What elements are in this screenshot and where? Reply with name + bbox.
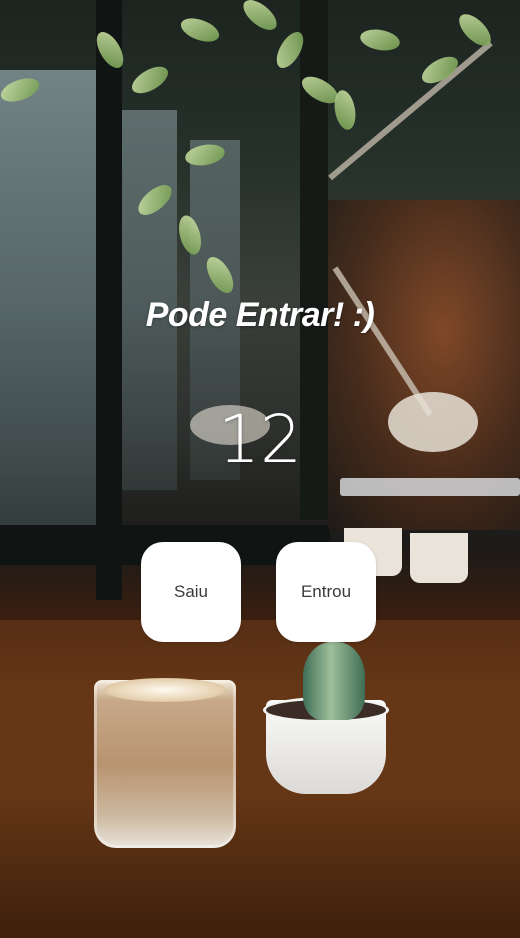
leaf-decoration xyxy=(238,0,282,36)
leaf-decoration xyxy=(127,61,173,99)
leaf-decoration xyxy=(358,26,402,54)
exit-button[interactable]: Saiu xyxy=(141,542,241,642)
coffee-foam xyxy=(104,678,226,702)
page-title: Pode Entrar! :) xyxy=(145,296,375,334)
app-screen: Pode Entrar! :) 12 Saiu Entrou xyxy=(0,0,520,938)
coffee-glass xyxy=(94,680,236,848)
leaf-decoration xyxy=(177,13,223,47)
shelf xyxy=(340,478,520,496)
enter-button[interactable]: Entrou xyxy=(276,542,376,642)
wooden-table xyxy=(0,620,520,938)
people-counter: 12 xyxy=(218,401,302,478)
leaf-decoration xyxy=(331,88,359,132)
succulent-plant xyxy=(303,642,365,720)
small-pot xyxy=(410,533,468,583)
